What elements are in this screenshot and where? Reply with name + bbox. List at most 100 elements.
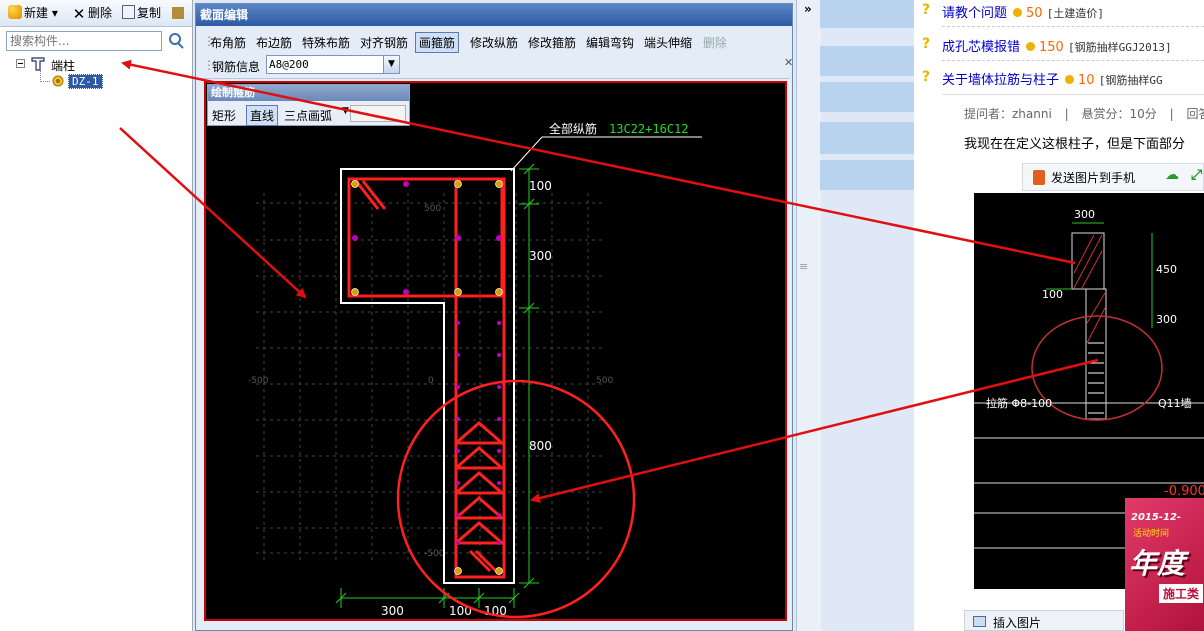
rebar-info-label: 钢筋信息 [212,60,261,74]
question-text: 我现在在定义这根柱子，但是下面部分 [964,137,1186,152]
ref-wall: Q11墙 [1158,396,1192,410]
cloud-icon[interactable]: ☁ [1165,167,1179,183]
dialog-title: 截面编辑 [196,4,792,26]
delete-icon: ✕ [72,5,86,23]
grid-label-right: 500 [596,376,613,386]
question-icon: ? [922,2,931,18]
insert-image-label: 插入图片 [993,616,1042,630]
copy-button[interactable]: 复制 [122,4,161,22]
dialog-toolbar: ⋮ 布角筋 布边筋 特殊布筋 对齐钢筋 画箍筋 修改纵筋 修改箍筋 编辑弯钩 端… [203,31,787,53]
ad-title: 年度 [1129,547,1186,580]
question-icon: ? [922,69,931,85]
delete-label: 删除 [88,6,113,20]
phone-icon [1033,170,1045,185]
question-tag[interactable]: [土建造价] [1047,7,1104,20]
ref-elev: -0.900 [1164,484,1204,499]
rebar-info-select[interactable]: A8@200 ▼ [266,55,400,74]
insert-image-button[interactable]: 插入图片 [964,610,1124,631]
rebar-info-value: A8@200 [269,58,309,71]
grid-label-bottom: -500 [424,549,445,559]
draw-panel-title: 绘制箍筋 [208,85,409,101]
search-icon[interactable] [166,31,186,51]
chevron-down-icon[interactable]: ▼ [383,56,399,73]
dim-100-vertical: 100 [529,179,552,193]
fullscreen-icon[interactable]: ⤢ [1191,167,1202,183]
promo-banner[interactable]: 2015-12- 活动时间 年度 施工类 [1125,498,1204,631]
ref-dim-450: 450 [1156,263,1177,276]
background-stripes [820,0,914,190]
all-rebar-value: 13C22+16C12 [609,122,688,136]
dim-300-horizontal: 300 [381,604,404,618]
ad-sub: 施工类 [1159,584,1204,603]
btn-modify-long-rebar[interactable]: 修改纵筋 [470,34,518,51]
btn-delete[interactable]: 删除 [703,34,727,51]
btn-align-rebar[interactable]: 对齐钢筋 [360,34,408,51]
search-input[interactable] [6,31,162,51]
score: 悬赏分：10分 [1081,107,1157,121]
image-icon [973,616,986,627]
qa-page: ? 请教个问题 50 [土建造价] ? 成孔芯模报错 150 [钢筋抽样GGJ201… [914,0,1204,631]
ref-dim-100: 100 [1042,288,1063,301]
section-editor-dialog: 截面编辑 ⋮ 布角筋 布边筋 特殊布筋 对齐钢筋 画箍筋 修改纵筋 修改箍筋 编… [195,3,793,631]
annotation-circle [396,379,636,619]
question-row-1[interactable]: 请教个问题 50 [土建造价] [942,2,1104,21]
asker: 提问者：zhanni [964,107,1052,121]
copy-label: 复制 [137,6,162,20]
copy-icon [122,5,135,19]
new-icon [8,5,22,19]
tree-item-dz1[interactable]: DZ-1 [68,74,103,89]
side-splitter: » ≡ [796,0,821,631]
question-reward: 150 [1039,40,1064,55]
question-title[interactable]: 成孔芯模报错 [942,40,1020,55]
question-title[interactable]: 关于墙体拉筋与柱子 [942,73,1059,88]
coin-icon [1065,75,1075,84]
question-reward: 50 [1026,6,1043,21]
btn-corner-rebar[interactable]: 布角筋 [210,34,246,51]
btn-end-stretch[interactable]: 端头伸缩 [644,34,692,51]
btn-special-rebar[interactable]: 特殊布筋 [302,34,350,51]
scroll-grip-icon[interactable]: ≡ [799,260,808,273]
grid-label-center: 0 [428,376,434,386]
tree-expand-icon[interactable] [16,58,26,72]
delete-button[interactable]: ✕ 删除 [72,4,112,22]
tree-item-root[interactable]: 端柱 [51,57,75,74]
question-icon: ? [922,36,931,52]
grid-label-top: 500 [424,204,441,214]
arc-option-select[interactable] [350,105,406,122]
ad-activity: 活动时间 [1133,529,1170,539]
answer-count: 回答 [1186,107,1204,121]
question-title[interactable]: 请教个问题 [942,6,1007,21]
mode-line-button[interactable]: 直线 [246,105,279,126]
question-row-2[interactable]: 成孔芯模报错 150 [钢筋抽样GGJ2013] [942,36,1172,55]
image-toolbar: 发送图片到手机 ☁ ⤢ [1022,163,1204,191]
mode-arc-button[interactable]: 三点画弧 [284,107,332,124]
dim-800-vertical: 800 [529,439,552,453]
ref-dim-300: 300 [1074,208,1095,221]
column-type-icon [30,56,46,75]
btn-edit-hook[interactable]: 编辑弯钩 [586,34,634,51]
btn-draw-stirrup[interactable]: 画箍筋 [415,32,460,53]
btn-modify-stirrup[interactable]: 修改箍筋 [528,34,576,51]
expand-panel-icon[interactable]: » [804,2,812,16]
ref-lajin: 拉筋 Φ8-100 [986,396,1052,410]
draw-stirrup-panel: 绘制箍筋 矩形 直线 三点画弧 ▼ [207,84,410,126]
more-icon[interactable] [172,4,186,22]
component-panel: 新建 ▾ ✕删除 复制 端柱 DZ-1 [0,0,193,631]
mode-rect-button[interactable]: 矩形 [212,107,236,124]
question-reward: 10 [1078,73,1095,88]
btn-edge-rebar[interactable]: 布边筋 [256,34,292,51]
section-canvas[interactable]: 500 -500 0 500 -500 100 300 800 300 100 … [204,81,787,621]
question-meta: 提问者：zhanni | 悬赏分：10分 | 回答 [964,105,1204,122]
cad-drawing: 500 -500 0 500 -500 100 300 800 300 100 … [248,121,702,619]
new-button[interactable]: 新建 ▾ [8,4,58,22]
dim-300-vertical: 300 [529,249,552,263]
close-icon[interactable]: ✕ [784,56,793,69]
question-tag[interactable]: [钢筋抽样GG [1099,74,1163,87]
question-tag[interactable]: [钢筋抽样GGJ2013] [1068,41,1172,54]
ad-date: 2015-12- [1131,512,1182,523]
coin-icon [1013,8,1023,17]
send-to-phone-button[interactable]: 发送图片到手机 [1051,169,1135,186]
component-gear-icon [52,75,64,90]
chevron-down-icon[interactable]: ▼ [342,106,349,116]
question-row-3[interactable]: 关于墙体拉筋与柱子 10 [钢筋抽样GG [942,69,1163,88]
